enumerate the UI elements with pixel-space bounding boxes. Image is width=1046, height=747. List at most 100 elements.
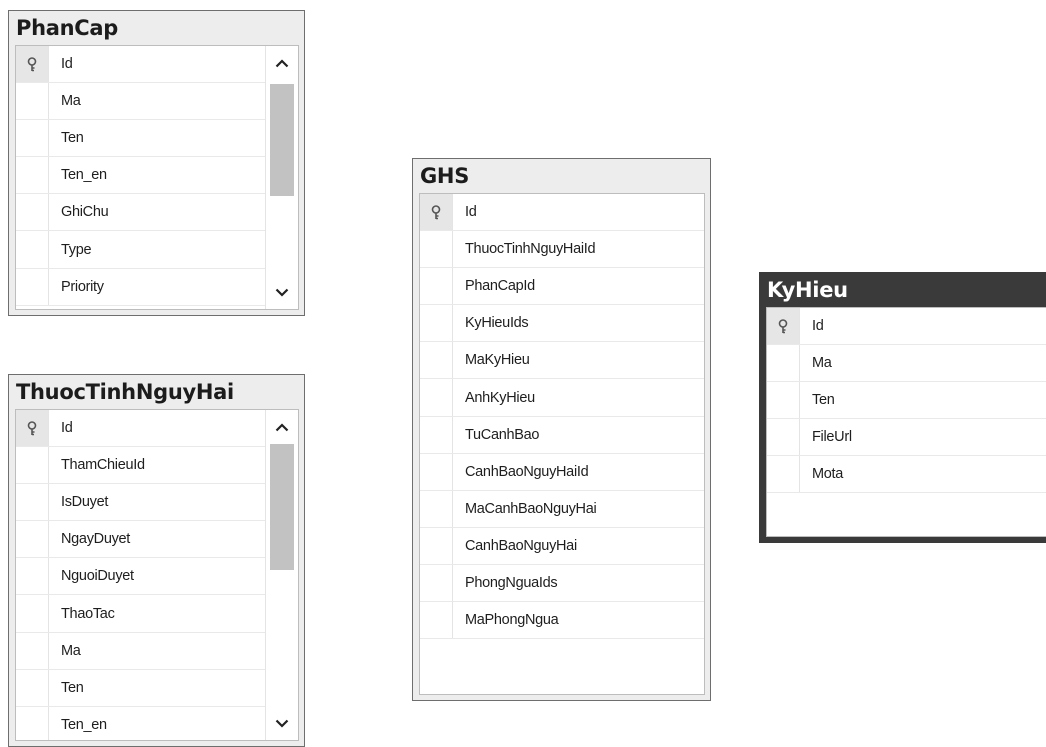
column-row[interactable]: Type	[16, 231, 265, 269]
column-name: Ten_en	[61, 716, 107, 733]
chevron-up-icon[interactable]	[266, 48, 298, 78]
column-row[interactable]: MaKyHieu	[420, 342, 704, 380]
column-row[interactable]: TuCanhBao	[420, 416, 704, 454]
column-row[interactable]: IsDuyet	[16, 484, 265, 522]
row-selector[interactable]	[420, 416, 453, 453]
column-name: PhongNguaIds	[465, 574, 558, 591]
column-row[interactable]: CanhBaoNguyHaiId	[420, 453, 704, 491]
scroll-thumb[interactable]	[270, 444, 294, 570]
row-selector[interactable]	[420, 490, 453, 527]
column-name: CanhBaoNguyHaiId	[465, 463, 589, 480]
row-selector[interactable]	[420, 305, 453, 342]
column-row[interactable]: Ma	[767, 345, 1046, 383]
row-selector[interactable]	[16, 46, 49, 83]
row-selector[interactable]	[420, 268, 453, 305]
column-row[interactable]: Ma	[16, 632, 265, 670]
row-selector[interactable]	[16, 632, 49, 669]
column-row[interactable]: ThamChieuId	[16, 447, 265, 485]
column-name: Ma	[61, 93, 81, 110]
row-selector[interactable]	[16, 669, 49, 706]
column-name: NgayDuyet	[61, 531, 131, 548]
column-row[interactable]: FileUrl	[767, 419, 1046, 457]
column-row[interactable]: AnhKyHieu	[420, 379, 704, 417]
column-row[interactable]: Id	[420, 194, 704, 232]
chevron-down-icon[interactable]	[266, 277, 298, 307]
column-row[interactable]: ThaoTac	[16, 595, 265, 633]
row-selector[interactable]	[767, 419, 800, 456]
column-name: Type	[61, 241, 92, 258]
row-selector[interactable]	[16, 558, 49, 595]
row-selector[interactable]	[16, 410, 49, 447]
row-selector[interactable]	[16, 83, 49, 120]
row-selector[interactable]	[16, 194, 49, 231]
row-selector[interactable]	[420, 379, 453, 416]
column-row[interactable]: CanhBaoNguyHai	[420, 527, 704, 565]
column-row[interactable]: Ten_en	[16, 157, 265, 195]
row-selector[interactable]	[16, 706, 49, 740]
row-selector[interactable]	[420, 564, 453, 602]
column-name: Id	[61, 56, 73, 73]
column-row[interactable]: MaCanhBaoNguyHai	[420, 490, 704, 528]
column-row[interactable]: Ten	[16, 669, 265, 707]
column-row[interactable]: Ten	[767, 382, 1046, 420]
row-selector[interactable]	[767, 345, 800, 382]
column-name: Ten	[61, 130, 84, 147]
column-row[interactable]: NgayDuyet	[16, 521, 265, 559]
column-row[interactable]: PhanCapId	[420, 268, 704, 306]
row-selector[interactable]	[16, 268, 49, 305]
column-row[interactable]: GhiChu	[16, 194, 265, 232]
row-selector[interactable]	[16, 231, 49, 268]
row-selector[interactable]	[420, 342, 453, 379]
row-selector[interactable]	[16, 120, 49, 157]
column-row[interactable]: Mota	[767, 456, 1046, 494]
table-title: PhanCap	[16, 16, 118, 40]
column-row[interactable]: MaPhongNgua	[420, 602, 704, 640]
vertical-scrollbar[interactable]	[265, 46, 298, 309]
key-icon	[26, 420, 38, 436]
column-name: ThuocTinhNguyHaiId	[465, 241, 596, 258]
column-row[interactable]: Id	[16, 410, 265, 448]
column-name: KyHieuIds	[465, 315, 529, 332]
chevron-up-icon[interactable]	[266, 412, 298, 442]
table-title: KyHieu	[767, 278, 848, 302]
table-phancap[interactable]: PhanCap Id Ma Ten Ten_en GhiChu Type Priority	[8, 10, 305, 316]
column-row[interactable]: Ten_en	[16, 706, 265, 740]
row-selector[interactable]	[420, 453, 453, 490]
column-name: Ten	[61, 679, 84, 696]
column-row[interactable]: Id	[16, 46, 265, 84]
row-selector[interactable]	[420, 602, 453, 639]
row-selector[interactable]	[420, 194, 453, 231]
row-selector[interactable]	[420, 231, 453, 268]
row-selector[interactable]	[420, 527, 453, 564]
table-ghs[interactable]: GHS Id ThuocTinhNguyHaiId PhanCapId KyHieuI…	[412, 158, 711, 701]
column-row[interactable]: Id	[767, 308, 1046, 346]
row-selector[interactable]	[16, 484, 49, 521]
column-row[interactable]: ThuocTinhNguyHaiId	[420, 231, 704, 269]
column-row[interactable]: NguoiDuyet	[16, 558, 265, 596]
column-row[interactable]: Ten	[16, 120, 265, 158]
column-name: Id	[465, 204, 477, 221]
table-kyhieu[interactable]: KyHieu Id Ma Ten FileUrl Mota	[759, 272, 1046, 543]
column-row[interactable]: Ma	[16, 83, 265, 121]
scroll-thumb[interactable]	[270, 84, 294, 196]
row-selector[interactable]	[16, 595, 49, 632]
column-grid: Id ThamChieuId IsDuyet NgayDuyet NguoiDuyet T…	[15, 409, 299, 741]
column-name: CanhBaoNguyHai	[465, 537, 577, 554]
key-icon	[26, 56, 38, 72]
column-list: Id Ma Ten FileUrl Mota	[767, 308, 1046, 536]
column-row[interactable]: KyHieuIds	[420, 305, 704, 343]
row-selector[interactable]	[767, 456, 800, 493]
table-thuoctinhnguyhai[interactable]: ThuocTinhNguyHai Id ThamChieuId IsDuyet Nga…	[8, 374, 305, 747]
row-selector[interactable]	[767, 308, 800, 345]
column-name: Id	[61, 420, 73, 437]
column-row[interactable]: Priority	[16, 268, 265, 306]
column-name: Id	[812, 318, 824, 335]
vertical-scrollbar[interactable]	[265, 410, 298, 740]
column-row[interactable]: PhongNguaIds	[420, 564, 704, 603]
row-selector[interactable]	[16, 447, 49, 484]
chevron-down-icon[interactable]	[266, 708, 298, 738]
row-selector[interactable]	[16, 521, 49, 558]
row-selector[interactable]	[767, 382, 800, 419]
column-list: Id ThuocTinhNguyHaiId PhanCapId KyHieuIds Ma…	[420, 194, 704, 694]
row-selector[interactable]	[16, 157, 49, 194]
